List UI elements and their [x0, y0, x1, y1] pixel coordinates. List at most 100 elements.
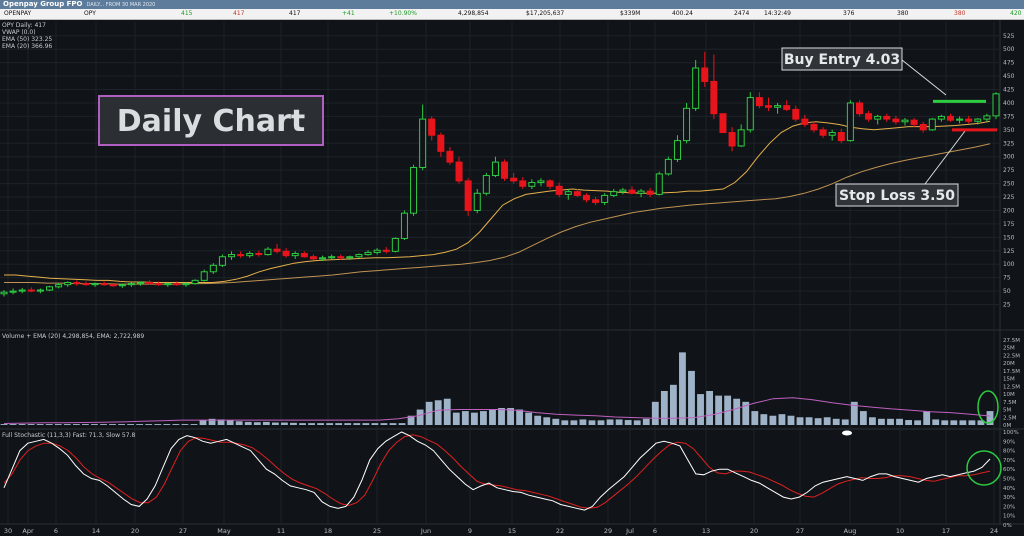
x-tick-label: 6 [653, 527, 657, 535]
volume-bar [778, 414, 786, 425]
x-tick-label: 10 [896, 527, 904, 535]
volume-bar [443, 398, 451, 425]
volume-bar [335, 423, 343, 425]
volume-bar [651, 401, 659, 425]
volume-bar [489, 409, 496, 425]
candle-body [346, 256, 354, 259]
price-info-line: EMA (50) 323.25 [2, 36, 52, 43]
price-tick-label: 225 [1003, 194, 1015, 201]
candle-body [501, 161, 509, 179]
candle-body [428, 118, 436, 136]
candle-body [801, 118, 809, 125]
price-tick-label: 175 [1003, 221, 1015, 228]
price-tick-label: 325 [1003, 140, 1015, 147]
volume-bar [480, 411, 487, 425]
candle-body [0, 291, 8, 295]
stoch-info: Full Stochastic (11,3,3) Fast: 71.3, Slo… [2, 432, 135, 439]
volume-bar [54, 424, 62, 425]
candle-body [437, 134, 445, 152]
candle-body [555, 185, 563, 195]
candle-body [537, 180, 545, 184]
candle-body [774, 105, 782, 108]
volume-bar [244, 421, 252, 425]
quote-field-9: $339M [620, 10, 641, 17]
volume-bar [516, 409, 524, 425]
volume-bar [235, 421, 243, 425]
price-tick-label: 200 [1003, 207, 1015, 214]
candle-body [746, 97, 754, 131]
candle-body [592, 199, 600, 203]
quote-field-3: 417 [233, 10, 245, 17]
price-tick-label: 400 [1003, 100, 1015, 107]
candle-body [828, 132, 836, 136]
volume-bar [769, 415, 777, 425]
volume-bar [814, 418, 822, 425]
candle-body [655, 173, 663, 195]
quote-bar: OPENPAY OPY 415 417 417 +41 +10.90% 4,298,854 $1… [0, 9, 1024, 20]
x-tick-label: 20 [131, 527, 139, 535]
volume-bar [859, 411, 867, 425]
stoch-tick-label: 30% [1003, 495, 1015, 501]
candle-body [865, 113, 873, 120]
volume-bar [706, 391, 713, 425]
quote-field-13: 376 [843, 10, 855, 17]
candle-body [382, 249, 390, 252]
volume-bar [841, 419, 849, 425]
volume-bar [570, 420, 578, 425]
volume-bar [878, 418, 885, 425]
volume-bar [606, 419, 614, 425]
candle-body [300, 252, 308, 258]
candle-body [810, 123, 818, 131]
volume-bar [27, 424, 35, 425]
candle-body [364, 251, 372, 256]
x-tick-label: 9 [468, 527, 472, 535]
volume-tick-label: 25M [1003, 346, 1015, 352]
candle-body [410, 166, 418, 214]
stoch-tick-label: 80% [1003, 449, 1015, 455]
price-tick-label: 150 [1003, 234, 1015, 241]
volume-bar [697, 394, 704, 425]
x-tick-label: 24 [990, 527, 998, 535]
quote-field-1: OPY [84, 10, 96, 17]
candle-body [328, 256, 336, 259]
volume-bar [290, 422, 297, 425]
volume-tick-label: 22.5M [1003, 353, 1020, 359]
volume-bar [950, 420, 958, 425]
x-tick-label: 20 [750, 527, 758, 535]
volume-bar [9, 424, 17, 425]
volume-bar [100, 424, 107, 425]
volume-bar [552, 418, 560, 425]
x-tick-label: Jun [420, 527, 431, 535]
volume-bar [63, 424, 71, 425]
quote-field-7: 4,298,854 [458, 10, 489, 17]
candle-body [837, 132, 845, 142]
candle-body [309, 256, 317, 260]
price-tick-label: 250 [1003, 181, 1015, 188]
candle-body [237, 254, 245, 257]
candle-body [455, 161, 463, 182]
daily-chart-label: Daily Chart [117, 104, 305, 139]
volume-bar [136, 424, 144, 425]
window-title: Openpay Group FPO [3, 0, 83, 8]
volume-tick-label: 10M [1003, 392, 1015, 398]
volume-bar [91, 424, 98, 425]
volume-bar [416, 409, 424, 425]
candle-body [109, 284, 117, 287]
price-info-line: EMA (20) 366.96 [2, 43, 52, 50]
volume-bar [561, 420, 569, 425]
candle-body [482, 175, 490, 194]
candle-body [992, 93, 1000, 117]
candle-body [209, 264, 217, 273]
stoch-tick-label: 100% [1003, 430, 1019, 436]
quote-field-2: 415 [181, 10, 193, 17]
candle-body [173, 283, 181, 286]
candle-body [728, 132, 736, 147]
candle-body [883, 115, 891, 120]
candle-body [218, 256, 226, 266]
volume-bar [823, 417, 831, 425]
quote-field-16: 420 [1010, 10, 1022, 17]
volume-bar [733, 398, 741, 425]
volume-bar [199, 420, 207, 425]
volume-bar [0, 424, 8, 425]
volume-bar [498, 408, 505, 425]
